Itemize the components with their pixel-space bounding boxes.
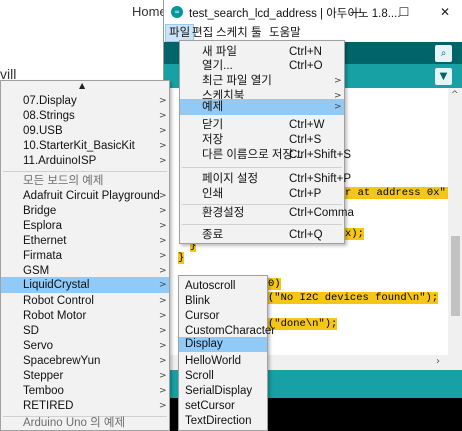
home-link[interactable]: Home xyxy=(132,4,167,19)
menu-item-examples[interactable]: 예제 > xyxy=(180,99,344,115)
liquidcrystal-menu: Autoscroll Blink Cursor CustomCharacter … xyxy=(178,275,275,431)
minimize-button[interactable]: — xyxy=(341,3,371,21)
maximize-button[interactable]: ☐ xyxy=(389,3,419,21)
title-bar[interactable]: ∞ test_search_lcd_address | 아두이노 1.8....… xyxy=(164,0,462,24)
menu-item-label: 예제 xyxy=(202,101,224,113)
chevron-right-icon: > xyxy=(334,102,342,112)
menu-item-label: 11.ArduinoISP xyxy=(23,155,97,167)
menu-item-label: 종료 xyxy=(202,229,224,241)
scroll-up-arrow-icon[interactable]: ▲ xyxy=(79,81,85,90)
menu-item-print[interactable]: 인쇄 Ctrl+P xyxy=(180,184,344,204)
lcd-example-item[interactable]: TextDirection xyxy=(179,411,267,431)
menu-item-label: 환경설정 xyxy=(202,207,245,219)
close-button[interactable]: ✕ xyxy=(430,3,460,21)
tab-menu-chevron-down-icon[interactable]: ▼ xyxy=(435,68,452,85)
menu-item-shortcut: Ctrl+Q xyxy=(289,229,323,241)
menu-item-shortcut: Ctrl+Shift+S xyxy=(289,149,351,161)
lcd-example-item-display[interactable]: Display xyxy=(179,337,267,352)
menu-item-label: 인쇄 xyxy=(202,188,224,200)
scroll-right-icon[interactable]: › xyxy=(436,356,440,367)
code-line: x); xyxy=(345,228,364,240)
serial-monitor-icon[interactable]: ⌕ xyxy=(435,45,452,62)
menu-item-quit[interactable]: 종료 Ctrl+Q xyxy=(180,225,344,245)
scroll-up-icon[interactable]: ^ xyxy=(451,90,459,100)
menu-item-label: 다른 이름으로 저장... xyxy=(202,149,303,161)
menu-item-save-as[interactable]: 다른 이름으로 저장... Ctrl+Shift+S xyxy=(180,145,351,165)
menu-item-shortcut: Ctrl+Comma xyxy=(289,207,354,219)
board-examples-header: Arduino Uno 의 예제 xyxy=(1,415,169,431)
editor-vertical-scrollbar[interactable]: ^ xyxy=(448,88,462,370)
examples-menu: ▲ 07.Display > 08.Strings > 09.USB > 10.… xyxy=(0,80,170,431)
code-line: } xyxy=(178,252,185,264)
menu-separator xyxy=(182,167,342,168)
menu-item-shortcut: Ctrl+P xyxy=(289,188,322,200)
code-line: ("No I2C devices found\n"); xyxy=(268,292,439,304)
chevron-right-icon: > xyxy=(159,401,167,411)
file-menu: 새 파일 Ctrl+N 열기... Ctrl+O 최근 파일 열기 > 스케치북… xyxy=(179,40,354,245)
code-line: r at address 0x"); xyxy=(345,187,459,199)
menu-item-label: RETIRED xyxy=(23,400,74,412)
example-item[interactable]: RETIRED > xyxy=(1,396,169,416)
code-line: ("done\n"); xyxy=(268,318,338,330)
menu-item-label: TextDirection xyxy=(185,415,252,427)
chevron-right-icon: > xyxy=(159,156,167,166)
scrollbar-thumb[interactable] xyxy=(451,236,460,316)
arduino-icon: ∞ xyxy=(171,6,183,18)
menu-item-preferences[interactable]: 환경설정 Ctrl+Comma xyxy=(180,203,354,223)
example-item[interactable]: 11.ArduinoISP > xyxy=(1,151,169,171)
menu-header-label: Arduino Uno 의 예제 xyxy=(23,417,126,429)
code-line: 0) xyxy=(268,278,281,290)
menu-item-label: Display xyxy=(185,338,223,350)
